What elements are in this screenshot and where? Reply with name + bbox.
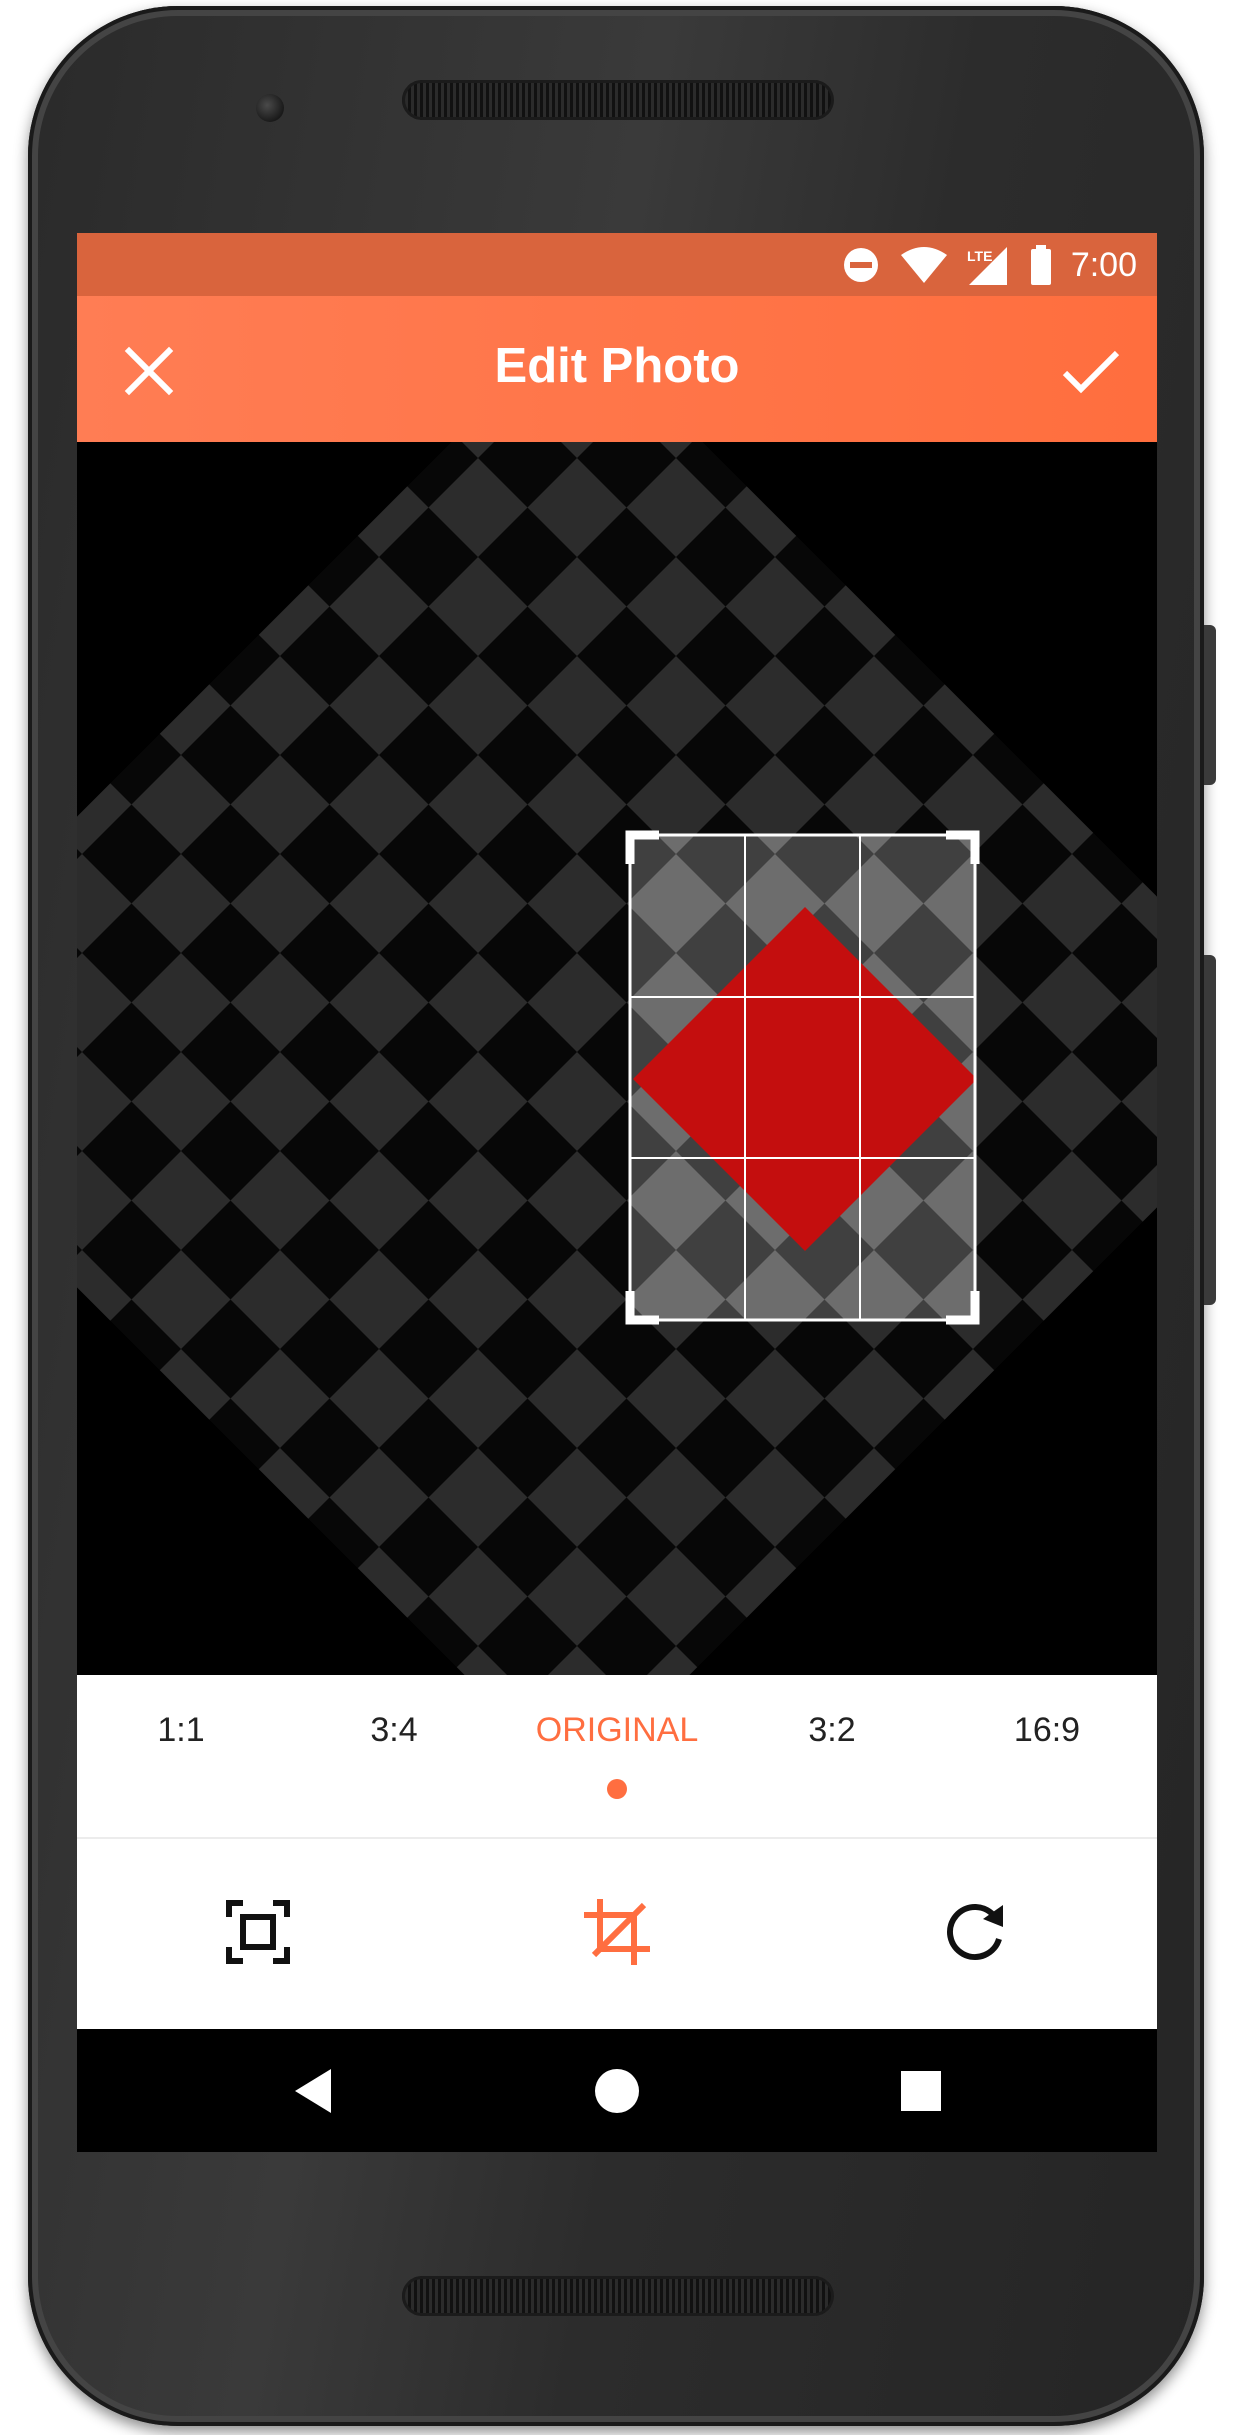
screen: LTE 7:00 Edit Photo 1:1 3:4 ORIGINAL 3:2… (77, 233, 1157, 2152)
svg-text:LTE: LTE (967, 248, 992, 264)
ratio-3-2[interactable]: 3:2 (732, 1711, 932, 1750)
aspect-ratio-bar: 1:1 3:4 ORIGINAL 3:2 16:9 (77, 1675, 1157, 1839)
ratio-16-9[interactable]: 16:9 (947, 1711, 1147, 1750)
volume-button (1204, 955, 1216, 1305)
image-canvas[interactable] (77, 442, 1157, 1675)
cell-signal-icon: LTE (967, 247, 1007, 285)
bottom-speaker (402, 2276, 834, 2316)
top-speaker (402, 80, 834, 120)
crop-icon[interactable] (582, 1897, 652, 1967)
battery-icon (1030, 245, 1051, 285)
status-time: 7:00 (1070, 245, 1137, 284)
page-title: Edit Photo (494, 339, 740, 393)
crop-dim-overlay (77, 442, 1157, 1675)
ratio-original[interactable]: ORIGINAL (517, 1711, 717, 1750)
fit-screen-icon[interactable] (223, 1897, 293, 1967)
do-not-disturb-icon (843, 248, 878, 282)
power-button (1204, 625, 1216, 785)
check-icon[interactable] (1061, 343, 1121, 399)
rotate-icon[interactable] (939, 1897, 1009, 1967)
status-bar: LTE 7:00 (77, 233, 1157, 296)
back-icon[interactable] (283, 2061, 343, 2121)
ratio-3-4[interactable]: 3:4 (294, 1711, 494, 1750)
edit-toolbar (77, 1839, 1157, 2029)
wifi-icon (900, 247, 947, 283)
selected-ratio-indicator (607, 1779, 627, 1799)
system-nav-bar (77, 2029, 1157, 2152)
app-bar: Edit Photo (77, 296, 1157, 442)
front-camera (256, 94, 284, 122)
home-icon[interactable] (587, 2061, 647, 2121)
ratio-1-1[interactable]: 1:1 (81, 1711, 281, 1750)
recents-icon[interactable] (891, 2061, 951, 2121)
